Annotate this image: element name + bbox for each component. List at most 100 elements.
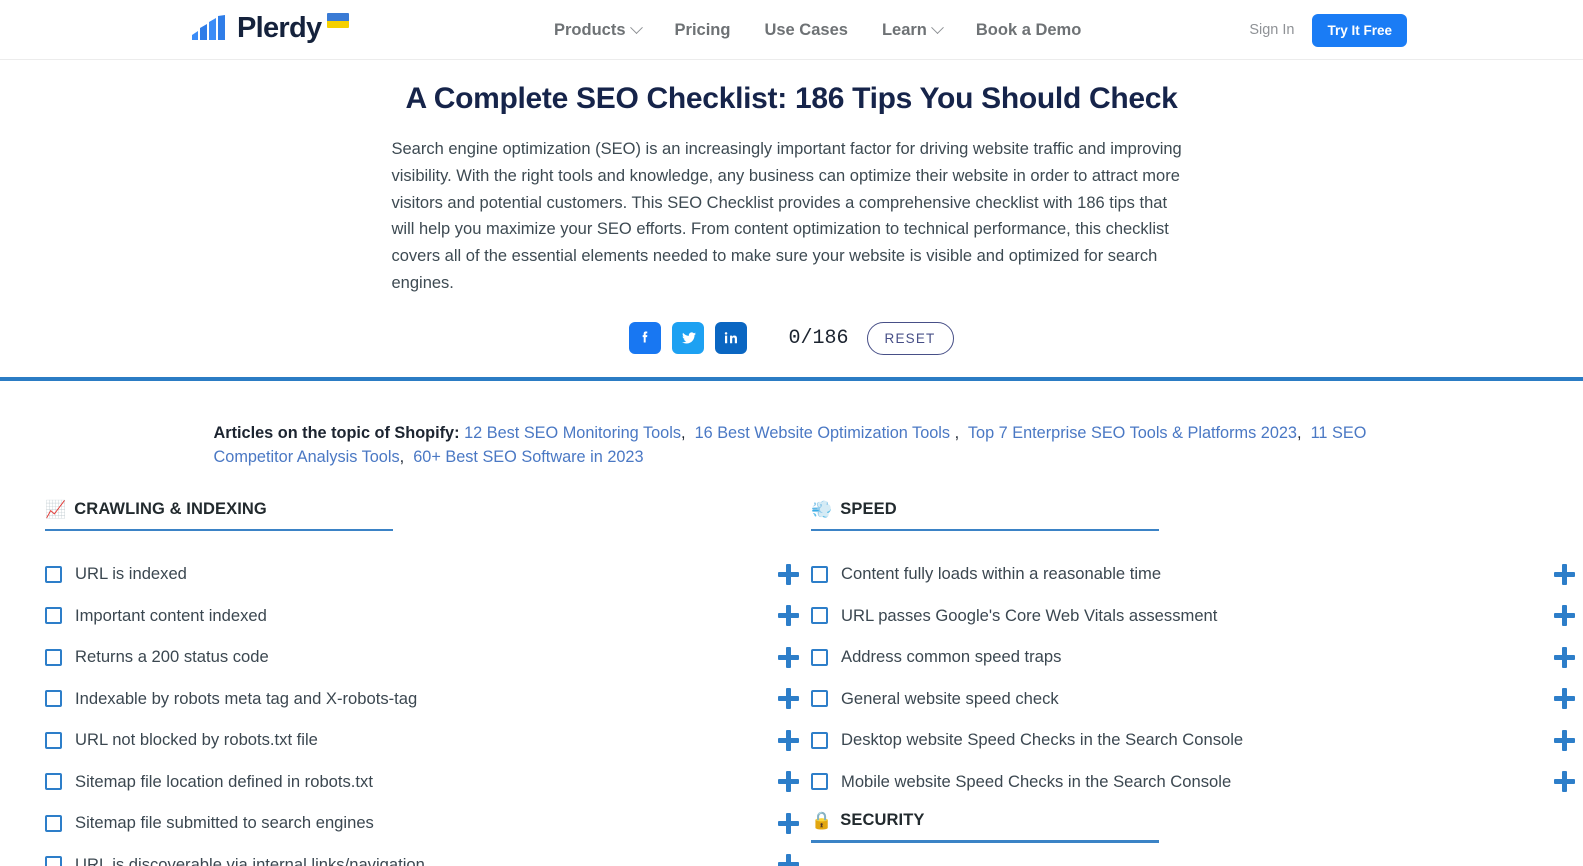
checklist-item[interactable]: Returns a 200 status code <box>45 636 811 678</box>
checklist-item[interactable]: Indexable by robots meta tag and X-robot… <box>45 678 811 720</box>
nav-item-book-a-demo[interactable]: Book a Demo <box>959 21 1098 40</box>
checklist-columns: 📈 CRAWLING & INDEXING URL is indexed Imp… <box>0 500 1583 866</box>
logo-text: Plerdy <box>237 12 322 44</box>
item-label: Address common speed traps <box>841 647 1062 667</box>
separator: , <box>954 423 968 442</box>
expand-plus-icon[interactable] <box>777 563 799 585</box>
separator: , <box>680 423 695 442</box>
reset-button[interactable]: RESET <box>866 321 954 355</box>
section-title: SECURITY <box>840 811 925 830</box>
share-and-progress-row: 0/186 RESET <box>0 321 1583 355</box>
item-label: URL is indexed <box>75 564 187 584</box>
item-checkbox[interactable] <box>45 814 62 832</box>
item-label: Important content indexed <box>75 605 267 625</box>
article-link[interactable]: 12 Best SEO Monitoring Tools <box>464 424 681 442</box>
item-checkbox[interactable] <box>811 607 828 625</box>
expand-plus-icon[interactable] <box>1553 771 1575 793</box>
expand-plus-icon[interactable] <box>777 812 799 834</box>
section-underline <box>811 840 1159 843</box>
nav-label: Use Cases <box>764 20 848 39</box>
section-underline <box>811 528 1159 532</box>
item-label: Desktop website Speed Checks in the Sear… <box>841 730 1244 750</box>
nav-label: Products <box>554 20 626 39</box>
item-checkbox[interactable] <box>811 773 828 791</box>
main-navigation: Products Pricing Use Cases Learn Book a … <box>554 0 1098 60</box>
article-link[interactable]: Top 7 Enterprise SEO Tools & Platforms 2… <box>968 424 1297 442</box>
item-checkbox[interactable] <box>811 565 828 583</box>
nav-item-use-cases[interactable]: Use Cases <box>747 21 864 40</box>
checklist-item[interactable]: Address common speed traps <box>811 636 1581 678</box>
item-checkbox[interactable] <box>45 731 62 749</box>
nav-item-learn[interactable]: Learn <box>865 21 959 40</box>
expand-plus-icon[interactable] <box>777 771 799 793</box>
checklist-item[interactable]: Important content indexed <box>45 595 811 637</box>
item-checkbox[interactable] <box>811 731 828 749</box>
expand-plus-icon[interactable] <box>777 854 799 866</box>
expand-plus-icon[interactable] <box>1553 646 1575 668</box>
facebook-icon <box>643 331 648 343</box>
item-label: URL is discoverable via internal links/n… <box>75 854 425 866</box>
expand-plus-icon[interactable] <box>1553 605 1575 627</box>
checklist-item[interactable]: URL not blocked by robots.txt file <box>45 719 811 761</box>
checklist-item[interactable]: Sitemap file submitted to search engines <box>45 802 811 844</box>
item-label: URL passes Google's Core Web Vitals asse… <box>841 605 1218 625</box>
expand-plus-icon[interactable] <box>1553 563 1575 585</box>
item-checkbox[interactable] <box>45 690 62 708</box>
twitter-share-button[interactable] <box>672 322 705 355</box>
item-checkbox[interactable] <box>811 690 828 708</box>
item-checkbox[interactable] <box>45 856 62 866</box>
item-checkbox[interactable] <box>45 607 62 625</box>
nav-label: Book a Demo <box>975 20 1082 39</box>
expand-plus-icon[interactable] <box>777 729 799 751</box>
item-checkbox[interactable] <box>45 648 62 666</box>
checklist-item[interactable]: Mobile website Speed Checks in the Searc… <box>811 761 1581 803</box>
checklist-item[interactable]: URL is indexed <box>45 553 811 595</box>
nav-label: Pricing <box>674 20 731 39</box>
linkedin-share-button[interactable] <box>715 322 748 355</box>
nav-item-products[interactable]: Products <box>554 21 658 40</box>
try-it-free-button[interactable]: Try It Free <box>1312 13 1407 47</box>
checklist-item[interactable]: Content fully loads within a reasonable … <box>811 553 1581 595</box>
checklist-item[interactable]: General website speed check <box>811 678 1581 720</box>
separator: , <box>399 447 414 466</box>
expand-plus-icon[interactable] <box>1553 729 1575 751</box>
article-link[interactable]: 60+ Best SEO Software in 2023 <box>413 448 643 466</box>
expand-plus-icon[interactable] <box>777 646 799 668</box>
twitter-icon <box>682 332 696 344</box>
item-checkbox[interactable] <box>811 648 828 666</box>
site-header: Plerdy Products Pricing Use Cases Learn … <box>0 0 1583 60</box>
chevron-down-icon <box>629 20 643 34</box>
checklist-item[interactable]: Desktop website Speed Checks in the Sear… <box>811 719 1581 761</box>
section-header-speed: 💨 SPEED <box>811 500 1581 529</box>
site-logo[interactable]: Plerdy <box>190 11 350 45</box>
section-header-security: 🔒 SECURITY <box>811 811 1581 840</box>
section-title: SPEED <box>840 499 897 518</box>
chart-increasing-icon: 📈 <box>45 499 67 519</box>
item-checkbox[interactable] <box>45 565 62 583</box>
nav-item-pricing[interactable]: Pricing <box>658 21 748 40</box>
page-title: A Complete SEO Checklist: 186 Tips You S… <box>405 82 1178 115</box>
nav-label: Learn <box>881 20 927 39</box>
checklist-item[interactable]: Sitemap file location defined in robots.… <box>45 761 811 803</box>
checklist-item[interactable] <box>811 861 1581 866</box>
expand-plus-icon[interactable] <box>1553 688 1575 710</box>
facebook-share-button[interactable] <box>629 322 662 355</box>
checklist-column-right: 💨 SPEED Content fully loads within a rea… <box>811 500 1581 866</box>
article-link[interactable]: 16 Best Website Optimization Tools <box>695 424 955 442</box>
sign-in-link[interactable]: Sign In <box>1249 22 1294 38</box>
chevron-down-icon <box>931 20 944 34</box>
item-label: Mobile website Speed Checks in the Searc… <box>841 771 1232 791</box>
related-articles-label: Articles on the topic of Shopify: <box>213 423 460 442</box>
checklist-item[interactable]: URL is discoverable via internal links/n… <box>45 844 811 866</box>
hero-description: Search engine optimization (SEO) is an i… <box>391 140 1182 292</box>
item-label: URL not blocked by robots.txt file <box>75 730 318 750</box>
item-label: Sitemap file submitted to search engines <box>75 813 374 833</box>
item-checkbox[interactable] <box>45 773 62 791</box>
dashing-away-icon: 💨 <box>811 499 833 519</box>
expand-plus-icon[interactable] <box>777 688 799 710</box>
checklist-item[interactable]: URL passes Google's Core Web Vitals asse… <box>811 595 1581 637</box>
related-articles: Articles on the topic of Shopify: 12 Bes… <box>212 381 1372 469</box>
expand-plus-icon[interactable] <box>777 605 799 627</box>
section-underline <box>45 528 393 532</box>
header-actions: Sign In Try It Free <box>1249 0 1407 60</box>
